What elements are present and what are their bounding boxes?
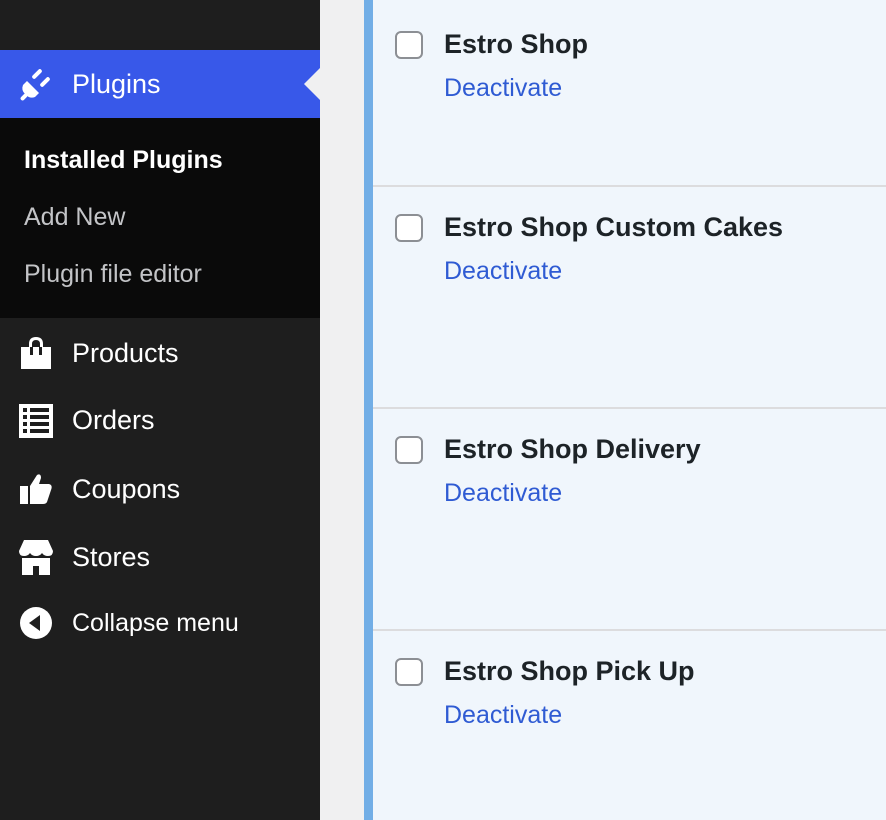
plugin-checkbox[interactable] [395, 436, 423, 464]
current-menu-arrow [304, 68, 320, 100]
thumbs-up-icon [18, 471, 54, 507]
active-plugins-indicator [364, 0, 373, 820]
plugin-row-estro-shop-custom-cakes: Estro Shop Custom Cakes Deactivate [373, 187, 886, 407]
plugin-row-estro-shop-delivery: Estro Shop Delivery Deactivate [373, 409, 886, 629]
admin-sidebar: Plugins Installed Plugins Add New Plugin… [0, 0, 320, 820]
plugin-name: Estro Shop Delivery [444, 434, 701, 464]
plugin-name: Estro Shop [444, 29, 589, 59]
plugin-row-estro-shop: Estro Shop Deactivate [373, 0, 886, 185]
plug-icon [18, 66, 54, 102]
menu-item-label: Orders [72, 404, 155, 435]
storefront-icon [18, 539, 54, 575]
deactivate-link[interactable]: Deactivate [444, 257, 562, 286]
menu-item-products[interactable]: Products [0, 330, 320, 376]
plugin-checkbox[interactable] [395, 31, 423, 59]
shopping-bag-icon [18, 335, 54, 371]
menu-item-coupons[interactable]: Coupons [0, 466, 320, 512]
submenu-plugin-file-editor[interactable]: Plugin file editor [24, 260, 202, 289]
plugin-checkbox[interactable] [395, 214, 423, 242]
list-icon [18, 402, 54, 438]
menu-item-label: Products [72, 337, 179, 368]
menu-item-label: Collapse menu [72, 608, 239, 637]
menu-item-label: Stores [72, 541, 151, 572]
submenu-installed-plugins[interactable]: Installed Plugins [24, 146, 223, 175]
menu-item-stores[interactable]: Stores [0, 534, 320, 580]
plugin-row-estro-shop-pick-up: Estro Shop Pick Up Deactivate [373, 631, 886, 820]
plugins-submenu: Installed Plugins Add New Plugin file ed… [0, 118, 320, 318]
menu-item-label: Coupons [72, 473, 181, 504]
menu-item-orders[interactable]: Orders [0, 397, 320, 443]
menu-item-plugins[interactable]: Plugins [0, 50, 320, 118]
menu-item-label: Plugins [72, 68, 161, 99]
submenu-add-new[interactable]: Add New [24, 203, 125, 232]
collapse-menu-button[interactable]: Collapse menu [0, 600, 320, 646]
deactivate-link[interactable]: Deactivate [444, 701, 562, 730]
plugin-name: Estro Shop Pick Up [444, 656, 695, 686]
deactivate-link[interactable]: Deactivate [444, 74, 562, 103]
plugin-name: Estro Shop Custom Cakes [444, 212, 784, 242]
collapse-icon [18, 605, 54, 641]
deactivate-link[interactable]: Deactivate [444, 479, 562, 508]
plugin-checkbox[interactable] [395, 658, 423, 686]
